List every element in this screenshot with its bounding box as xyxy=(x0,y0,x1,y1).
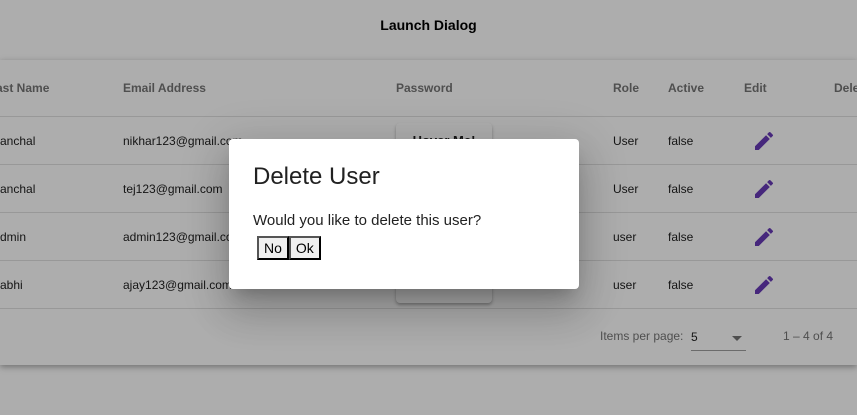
page: Launch Dialog ast Name Email Address Pas… xyxy=(0,0,857,415)
dialog-actions: No Ok xyxy=(257,236,321,260)
dialog-message: Would you like to delete this user? xyxy=(253,212,482,229)
dialog-title: Delete User xyxy=(253,163,380,190)
no-button[interactable]: No xyxy=(257,236,289,260)
delete-user-dialog: Delete User Would you like to delete thi… xyxy=(229,139,579,289)
ok-button[interactable]: Ok xyxy=(288,236,321,260)
